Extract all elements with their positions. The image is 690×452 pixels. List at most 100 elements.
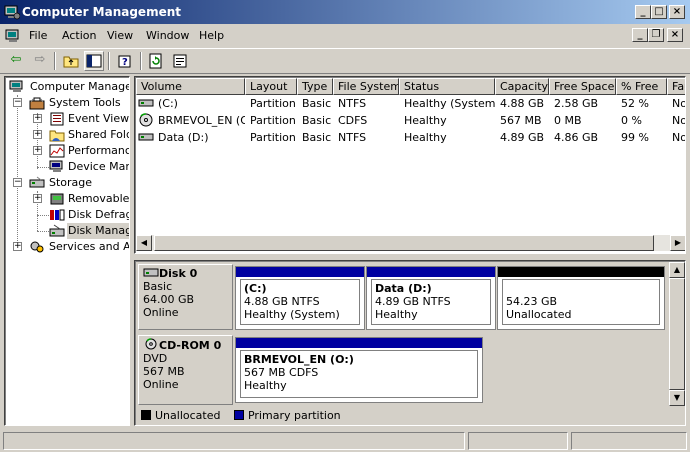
tree-item-disk-defragmenter[interactable]: Disk Defragmenter (5, 207, 130, 223)
cell-volume: Data (D:) (158, 131, 209, 144)
back-icon[interactable]: ⇦ (6, 51, 26, 71)
partition-info: 4.88 GB NTFS (244, 295, 320, 308)
cell-percent-free: 52 % (621, 97, 649, 110)
cell-layout: Partition (250, 114, 296, 127)
svg-text:?: ? (122, 57, 128, 68)
menu-help[interactable]: Help (199, 29, 224, 42)
up-folder-icon[interactable] (61, 51, 81, 71)
properties-icon[interactable] (170, 51, 190, 71)
scroll-down-button[interactable]: ▼ (669, 390, 685, 406)
unallocated-space[interactable]: 54.23 GB Unallocated (497, 266, 665, 330)
disk-graphical-view[interactable]: Disk 0 Basic 64.00 GB Online (C:) 4.88 G… (134, 260, 686, 426)
scroll-left-button[interactable]: ◀ (136, 235, 152, 251)
cell-capacity: 4.89 GB (500, 131, 545, 144)
help-icon[interactable]: ? (115, 51, 135, 71)
collapse-icon[interactable]: − (13, 98, 22, 107)
refresh-icon[interactable] (146, 51, 166, 71)
tree-item-event-viewer[interactable]: + Event Viewer (5, 111, 130, 127)
table-row[interactable]: Data (D:) Partition Basic NTFS Healthy 4… (136, 129, 686, 146)
title-bar[interactable]: Computer Management _ □ × (0, 0, 690, 24)
tree-root[interactable]: Computer Management (Local) (9, 79, 129, 95)
status-cell-3 (571, 432, 687, 450)
column-header-type[interactable]: Type (297, 78, 333, 95)
mdi-close-button[interactable]: × (667, 28, 683, 42)
tree-item-system-tools[interactable]: − System Tools (5, 95, 129, 111)
tree-item-storage[interactable]: − Storage (5, 175, 129, 191)
partition-o[interactable]: BRMEVOL_EN (O:) 567 MB CDFS Healthy (235, 337, 483, 403)
partition-name: Data (D:) (375, 282, 432, 295)
scroll-thumb[interactable] (669, 278, 685, 390)
cell-type: Basic (302, 131, 332, 144)
expand-icon[interactable]: + (33, 130, 42, 139)
column-header-status[interactable]: Status (399, 78, 495, 95)
table-row[interactable]: (C:) Partition Basic NTFS Healthy (Syste… (136, 95, 685, 112)
column-header-file-system[interactable]: File System (333, 78, 399, 95)
tree-item-performance[interactable]: + Performance Logs and Alerts (5, 143, 129, 159)
cd-drive-icon (145, 338, 157, 350)
tree-guide-line (37, 167, 49, 168)
disk-defragmenter-icon (50, 209, 65, 221)
primary-swatch (233, 410, 244, 420)
cell-file-system: NTFS (338, 97, 367, 110)
table-row[interactable]: BRMEVOL_EN (O:) Partition Basic CDFS Hea… (136, 112, 686, 129)
volume-list[interactable]: Volume Layout Type File System Status Ca… (134, 76, 686, 254)
tree-guide-line (37, 215, 49, 216)
primary-partition-bar (236, 338, 482, 348)
scroll-up-button[interactable]: ▲ (669, 262, 685, 278)
minimize-button[interactable]: _ (635, 5, 651, 19)
scroll-right-button[interactable]: ▶ (670, 235, 685, 251)
tree-label-system-tools: System Tools (49, 96, 121, 109)
toolbox-icon (29, 97, 45, 110)
expand-icon[interactable]: + (33, 194, 42, 203)
collapse-icon[interactable]: − (13, 178, 22, 187)
cell-capacity: 4.88 GB (500, 97, 545, 110)
console-tree[interactable]: Computer Management (Local) − System Too… (4, 76, 130, 426)
menu-view[interactable]: View (107, 29, 133, 42)
removable-storage-icon (50, 193, 64, 205)
expand-icon[interactable]: + (33, 114, 42, 123)
cell-volume: (C:) (158, 97, 178, 110)
partition-d[interactable]: Data (D:) 4.89 GB NTFS Healthy (366, 266, 496, 330)
tree-label-disk-defragmenter: Disk Defragmenter (68, 208, 130, 221)
cdrom-0-header[interactable]: CD-ROM 0 DVD 567 MB Online (138, 335, 233, 405)
menu-file[interactable]: File (29, 29, 47, 42)
tree-item-removable-storage[interactable]: + Removable Storage (5, 191, 129, 207)
column-header-percent-free[interactable]: % Free (616, 78, 667, 95)
disk-name: Disk 0 (159, 267, 198, 280)
tree-label-event-viewer: Event Viewer (68, 112, 130, 125)
vertical-scrollbar[interactable]: ▲ ▼ (669, 262, 685, 406)
close-button[interactable]: × (669, 5, 685, 19)
menu-action[interactable]: Action (62, 29, 96, 42)
partition-name (506, 282, 656, 295)
column-header-free-space[interactable]: Free Space (549, 78, 616, 95)
cell-status: Healthy (System) (404, 97, 495, 110)
disk-size: 64.00 GB (143, 293, 195, 306)
menu-window[interactable]: Window (146, 29, 189, 42)
cell-fault-tolerance: No (672, 131, 686, 144)
mdi-restore-button[interactable]: ❐ (648, 28, 664, 42)
tree-item-services-and-applications[interactable]: + Services and Applications (5, 239, 129, 255)
expand-icon[interactable]: + (33, 146, 42, 155)
column-header-fault-tolerance[interactable]: Fault Tolerance (667, 78, 685, 95)
menu-bar: File Action View Window Help (0, 26, 690, 46)
horizontal-scrollbar[interactable]: ◀ ▶ (136, 235, 685, 251)
disk-0-header[interactable]: Disk 0 Basic 64.00 GB Online (138, 264, 233, 330)
maximize-button[interactable]: □ (651, 5, 667, 19)
cell-percent-free: 0 % (621, 114, 642, 127)
cell-fault-tolerance: No (672, 114, 686, 127)
tree-item-shared-folders[interactable]: + Shared Folders (5, 127, 129, 143)
column-header-layout[interactable]: Layout (245, 78, 297, 95)
expand-icon[interactable]: + (13, 242, 22, 251)
show-hide-tree-icon[interactable] (84, 51, 104, 71)
child-window-icon[interactable] (5, 28, 21, 44)
partition-c[interactable]: (C:) 4.88 GB NTFS Healthy (System) (235, 266, 365, 330)
tree-item-disk-management[interactable]: Disk Management (5, 223, 129, 239)
scroll-thumb[interactable] (154, 235, 654, 251)
column-header-volume[interactable]: Volume (136, 78, 245, 95)
partition-info: 54.23 GB (506, 295, 558, 308)
partition-info: 567 MB CDFS (244, 366, 319, 379)
tree-item-device-manager[interactable]: Device Manager (5, 159, 129, 175)
column-header-capacity[interactable]: Capacity (495, 78, 549, 95)
mdi-minimize-button[interactable]: _ (632, 28, 648, 42)
forward-icon[interactable]: ⇨ (30, 51, 50, 71)
